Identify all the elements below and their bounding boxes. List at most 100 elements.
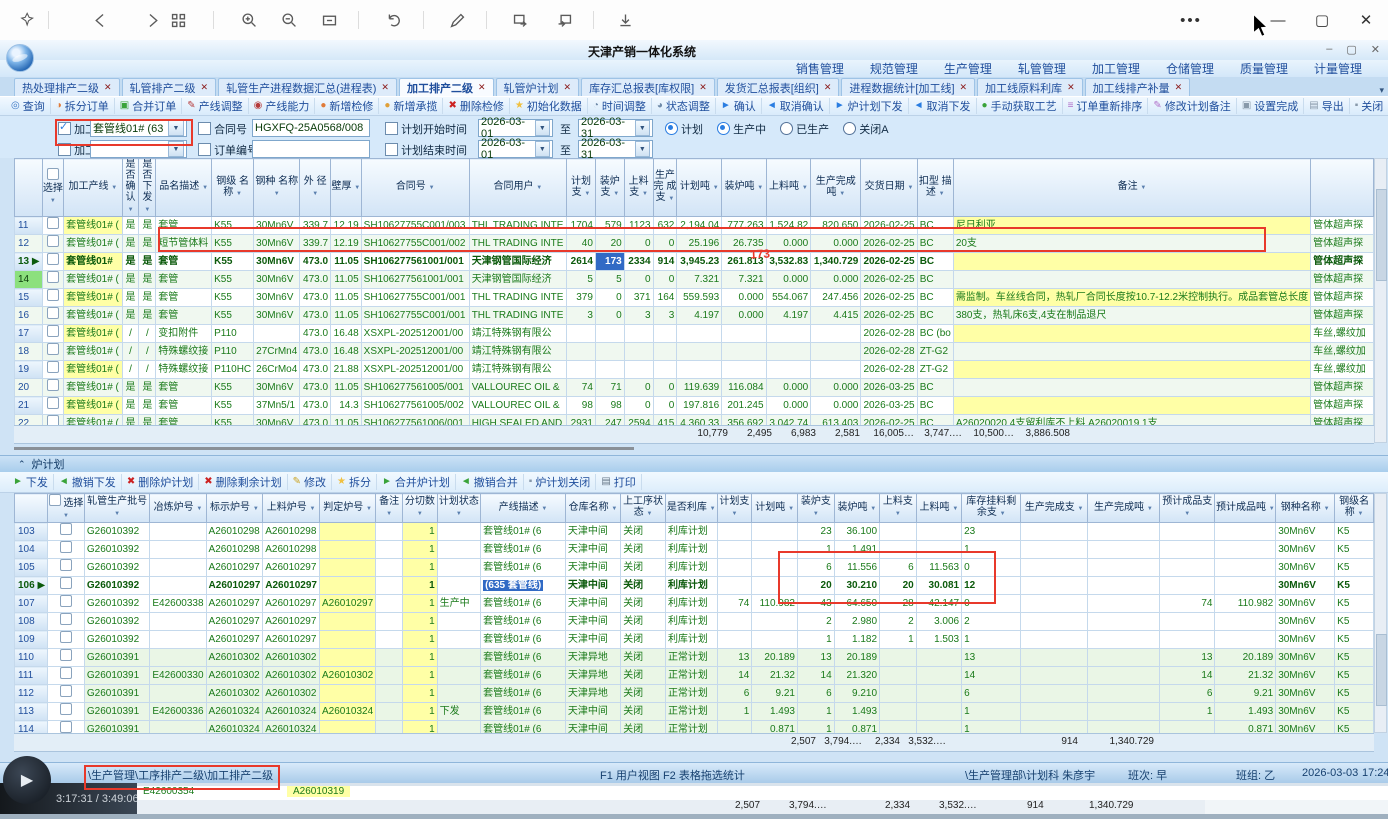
tab-close-icon[interactable]: ✕: [1067, 82, 1075, 93]
table-row[interactable]: 103G26010392A26010298A260102981套管线01# (6…: [15, 523, 1374, 541]
tab-close-icon[interactable]: ✕: [478, 82, 486, 93]
toolbar-button-产线调整[interactable]: ✎产线调整: [182, 98, 248, 114]
column-header-加工产线[interactable]: 加工产线 ▼: [64, 159, 123, 217]
table-row[interactable]: 20套管线01# (是是套管K5530Mn6V473.011.05SH10627…: [15, 379, 1374, 397]
filter-funnel-icon[interactable]: ▼: [63, 513, 69, 519]
toolbar-button-炉计划关闭[interactable]: ▪炉计划关闭: [524, 474, 597, 490]
column-header-num[interactable]: [15, 494, 48, 523]
tab-库存汇总报表[库权限][interactable]: 库存汇总报表[库权限]✕: [581, 78, 715, 96]
contract-input[interactable]: HGXFQ-25A0568/008: [252, 119, 370, 137]
table-row[interactable]: 14套管线01# (是是套管K5530Mn6V473.011.05SH10627…: [15, 271, 1374, 289]
column-header-冶炼炉号[interactable]: 冶炼炉号 ▼: [150, 494, 206, 523]
column-header-备注[interactable]: 备注 ▼: [953, 159, 1310, 217]
filter-funnel-icon[interactable]: ▼: [710, 506, 716, 512]
row-checkbox[interactable]: [60, 559, 72, 571]
more-options-icon[interactable]: •••: [1156, 12, 1226, 29]
filter-funnel-icon[interactable]: ▼: [870, 506, 876, 512]
app-minimize-button[interactable]: –: [1326, 43, 1332, 56]
filter-funnel-icon[interactable]: ▼: [895, 511, 901, 517]
select-all-checkbox[interactable]: [49, 494, 61, 506]
toolbar-button-修改计划备注[interactable]: ✎修改计划备注: [1148, 98, 1236, 114]
plan-grid-scrollbar[interactable]: [1374, 158, 1387, 443]
table-row[interactable]: 112G26010391A26010302A260103021套管线01# (6…: [15, 685, 1374, 703]
table-row[interactable]: 110G26010391A26010302A260103021套管线01# (6…: [15, 649, 1374, 667]
app-maximize-button[interactable]: ▢: [1346, 43, 1356, 56]
column-header-装炉吨[interactable]: 装炉吨 ▼: [722, 159, 766, 217]
filter-funnel-icon[interactable]: ▼: [757, 185, 763, 191]
column-header-生产完成支[interactable]: 生产完成支 ▼: [1021, 494, 1087, 523]
column-header-合同用户[interactable]: 合同用户 ▼: [469, 159, 566, 217]
tab-close-icon[interactable]: ✕: [960, 82, 968, 93]
column-header-备注[interactable]: 备注 ▼: [376, 494, 403, 523]
table-row[interactable]: 114G26010391A26010324A260103241套管线01# (6…: [15, 721, 1374, 734]
radio-关闭A[interactable]: 关闭A: [843, 124, 888, 136]
row-checkbox[interactable]: [60, 577, 72, 589]
toolbar-button-合并炉计划[interactable]: ►合并炉计划: [377, 474, 456, 490]
toolbar-button-查询[interactable]: ◎查询: [6, 98, 51, 114]
fit-screen-icon[interactable]: [316, 7, 342, 33]
toolbar-button-撤销合并[interactable]: ◄撤销合并: [456, 474, 524, 490]
tab-close-icon[interactable]: ✕: [381, 82, 389, 93]
row-checkbox[interactable]: [60, 613, 72, 625]
filter-funnel-icon[interactable]: ▼: [456, 511, 462, 517]
row-checkbox[interactable]: [60, 541, 72, 553]
column-header-计划 支[interactable]: 计划 支 ▼: [567, 159, 596, 217]
row-checkbox[interactable]: [60, 649, 72, 661]
menu-item-轧管管理[interactable]: 轧管管理: [1018, 60, 1066, 77]
filter-funnel-icon[interactable]: ▼: [541, 506, 547, 512]
column-header-装炉吨[interactable]: 装炉吨 ▼: [834, 494, 879, 523]
menu-item-仓储管理[interactable]: 仓储管理: [1166, 60, 1214, 77]
filter-funnel-icon[interactable]: ▼: [802, 185, 808, 191]
row-checkbox[interactable]: [47, 307, 59, 319]
filter-funnel-icon[interactable]: ▼: [1147, 506, 1153, 512]
tab-overflow-icon[interactable]: ▾: [1379, 85, 1388, 96]
column-header-生产完成 吨[interactable]: 生产完成 吨 ▼: [811, 159, 861, 217]
filter-funnel-icon[interactable]: ▼: [310, 506, 316, 512]
filter-funnel-icon[interactable]: ▼: [236, 191, 242, 197]
toolbar-button-取消确认[interactable]: ◄取消确认: [762, 98, 830, 114]
row-checkbox[interactable]: [47, 325, 59, 337]
toolbar-button-取消下发[interactable]: ◄取消下发: [909, 98, 977, 114]
table-row[interactable]: 113G26010391E42600336A26010324A26010324A…: [15, 703, 1374, 721]
column-header-选择[interactable]: 选择 ▼: [42, 159, 63, 217]
toolbar-button-产线能力[interactable]: ◉产线能力: [249, 98, 316, 114]
toolbar-button-设置完成[interactable]: ▣设置完成: [1237, 98, 1304, 114]
table-row[interactable]: 21套管线01# (是是套管K5537Mn5/1473.014.3SH10627…: [15, 397, 1374, 415]
forward-icon[interactable]: [139, 7, 165, 33]
column-header-交货日期[interactable]: 交货日期 ▼: [861, 159, 917, 217]
column-header-轧管生产批号[interactable]: 轧管生产批号 ▼: [84, 494, 149, 523]
column-header-装炉支[interactable]: 装炉支 ▼: [797, 494, 834, 523]
edit-icon[interactable]: [444, 7, 470, 33]
row-checkbox[interactable]: [47, 217, 59, 229]
filter-funnel-icon[interactable]: ▼: [274, 191, 280, 197]
play-button[interactable]: ▶: [3, 756, 51, 804]
radio-计划[interactable]: 计划: [665, 124, 703, 136]
filter-funnel-icon[interactable]: ▼: [1000, 511, 1006, 517]
column-header-计划状态[interactable]: 计划状态 ▼: [437, 494, 480, 523]
row-checkbox[interactable]: [47, 343, 59, 355]
radio-生产中[interactable]: 生产中: [717, 124, 766, 136]
row-checkbox[interactable]: [60, 631, 72, 643]
column-header-是否利库[interactable]: 是否利库 ▼: [665, 494, 717, 523]
row-checkbox[interactable]: [60, 703, 72, 715]
select-all-checkbox[interactable]: [47, 168, 59, 180]
row-checkbox[interactable]: [47, 289, 59, 301]
filter-funnel-icon[interactable]: ▼: [713, 185, 719, 191]
toolbar-button-删除检修[interactable]: ✖删除检修: [443, 98, 509, 114]
column-header-上工序状态[interactable]: 上工序状态 ▼: [621, 494, 666, 523]
column-header-上料吨[interactable]: 上料吨 ▼: [916, 494, 961, 523]
column-header-钢级名称[interactable]: 钢级名称 ▼: [1335, 494, 1374, 523]
column-header-上料吨[interactable]: 上料吨 ▼: [766, 159, 811, 217]
app-close-button[interactable]: ✕: [1371, 43, 1380, 56]
toolbar-button-删除剩余计划[interactable]: ✖删除剩余计划: [199, 474, 287, 490]
column-header-钢种 名称[interactable]: 钢种 名称 ▼: [254, 159, 300, 217]
toolbar-button-确认[interactable]: ►确认: [716, 98, 762, 114]
row-checkbox[interactable]: [60, 595, 72, 607]
filter-funnel-icon[interactable]: ▼: [536, 185, 542, 191]
furnace-section-header[interactable]: ⌃炉计划: [0, 455, 1388, 472]
column-header-产线描述[interactable]: 产线描述 ▼: [481, 494, 566, 523]
filter-funnel-icon[interactable]: ▼: [354, 185, 360, 191]
toolbar-button-炉计划下发[interactable]: ►炉计划下发: [830, 98, 909, 114]
filter-funnel-icon[interactable]: ▼: [939, 191, 945, 197]
order-filter-checkbox[interactable]: [198, 143, 211, 156]
